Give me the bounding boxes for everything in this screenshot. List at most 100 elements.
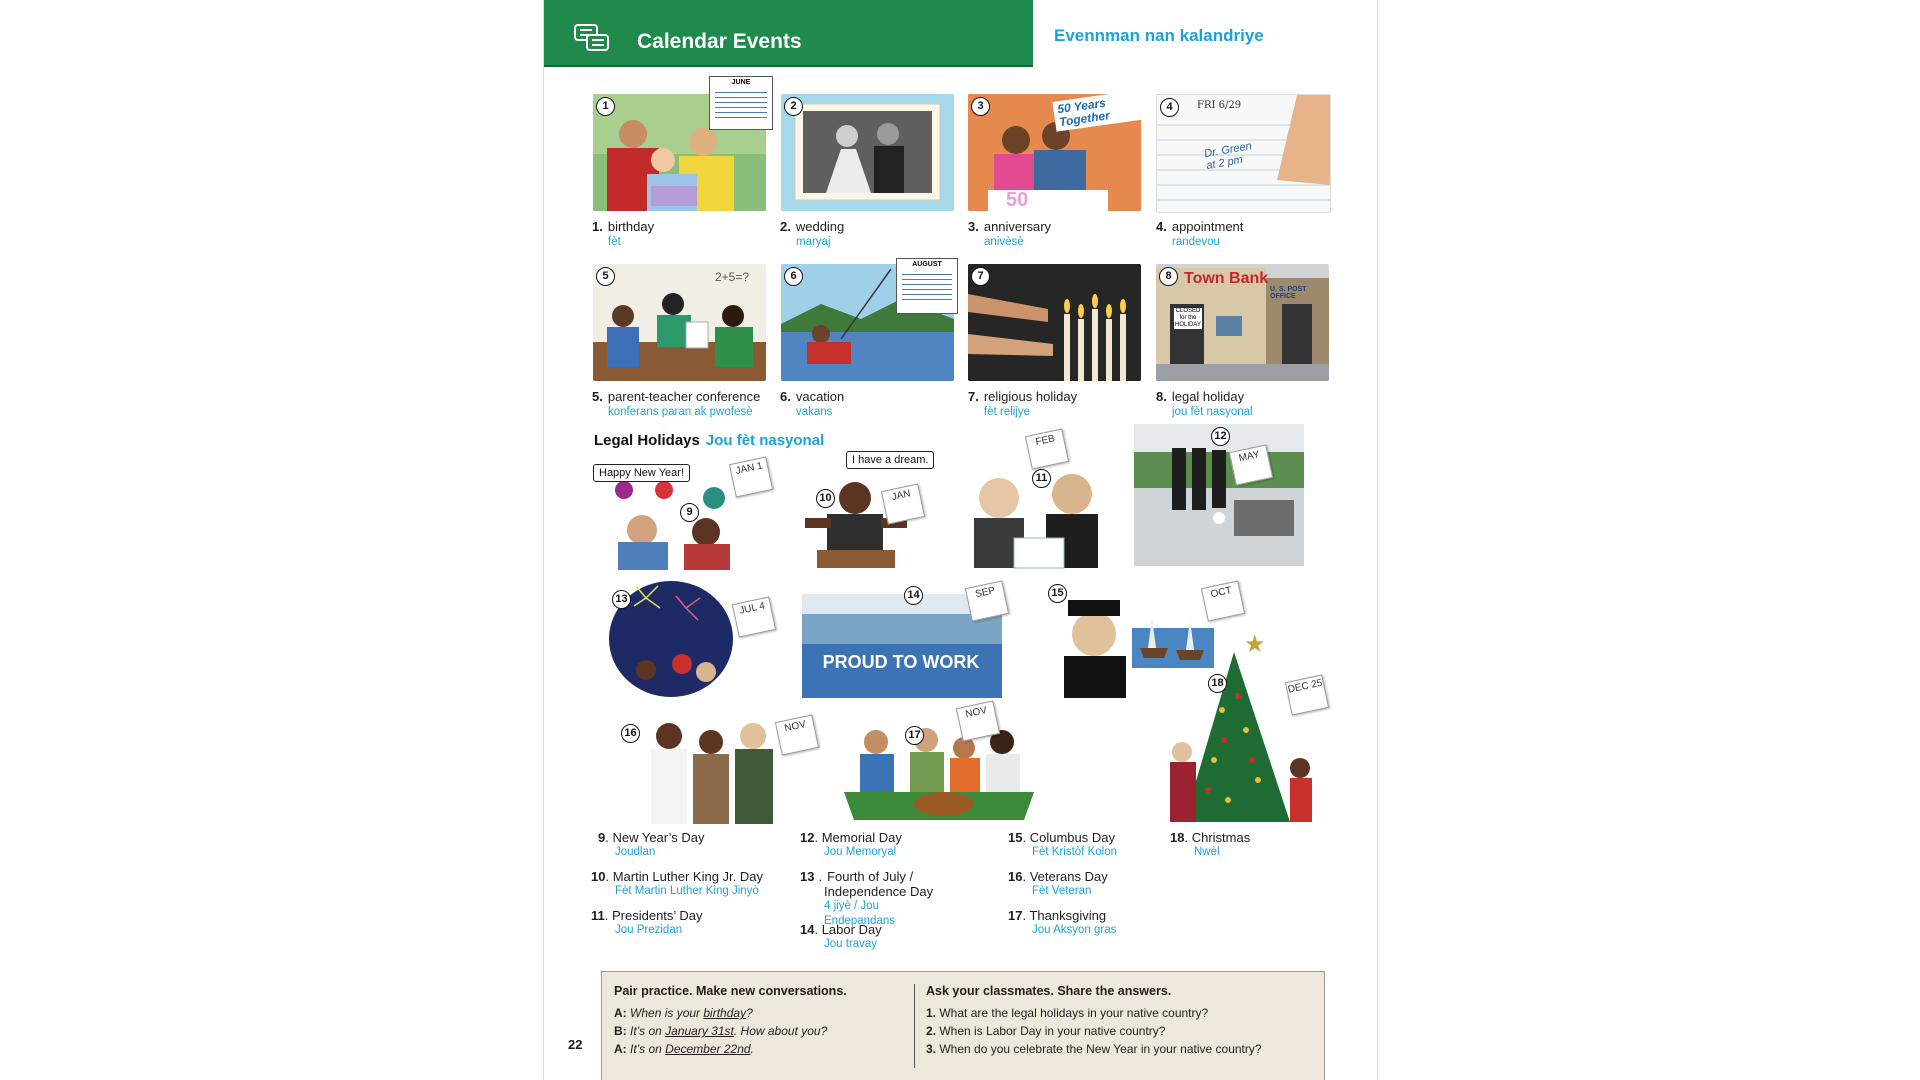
caption-translation: Jou travay bbox=[824, 938, 878, 950]
caption-translation: Fèt Martin Luther King Jinyò bbox=[615, 885, 759, 897]
caption-number: 11 bbox=[591, 908, 605, 923]
caption-wedding: 2. wedding maryaj bbox=[780, 219, 844, 250]
item-number-14: 14 bbox=[904, 586, 923, 605]
viewer-left-margin bbox=[0, 0, 544, 1080]
picture-religious-holiday: 7 bbox=[968, 264, 1141, 381]
dialogue-text: . How about you? bbox=[733, 1024, 828, 1038]
caption-translation: Jou Aksyon gras bbox=[1032, 924, 1117, 936]
holiday-caption-12: 12. Memorial Day Jou Memoryal bbox=[800, 830, 902, 858]
item-number-13: 13 bbox=[612, 590, 631, 609]
item-number-4: 4 bbox=[1160, 98, 1179, 117]
caption-translation: maryaj bbox=[796, 236, 831, 248]
caption-number: 2. bbox=[780, 219, 791, 234]
illustration-thanksgiving bbox=[844, 728, 1034, 820]
math-on-board: 2+5=? bbox=[715, 270, 750, 284]
caption-number: 15 bbox=[1008, 830, 1023, 845]
caption-dot: . bbox=[818, 869, 823, 884]
item-number-5: 5 bbox=[596, 267, 615, 286]
question-text: What are the legal holidays in your nati… bbox=[939, 1006, 1209, 1020]
caption-translation: Nwèl bbox=[1194, 846, 1220, 858]
illustration-veterans bbox=[651, 723, 773, 824]
picture-wedding: 2 bbox=[781, 94, 954, 211]
item-number-10: 10 bbox=[816, 489, 835, 508]
caption-label: Fourth of July / Independence Day bbox=[824, 869, 934, 899]
caption-label: parent-teacher conference bbox=[607, 389, 761, 404]
dialogue-text: It’s on bbox=[630, 1024, 666, 1038]
holiday-caption-14: 14. Labor Day Jou travay bbox=[800, 922, 882, 950]
page-number: 22 bbox=[568, 1037, 583, 1052]
ask-classmates-title: Ask your classmates. Share the answers. bbox=[926, 984, 1172, 998]
speaker-label: A: bbox=[614, 1042, 627, 1056]
date-card-sep: SEP bbox=[964, 580, 1010, 622]
star-icon: ★ bbox=[1244, 631, 1266, 658]
speech-bubble-new-year: Happy New Year! bbox=[593, 464, 690, 482]
caption-translation: Jou Memoryal bbox=[824, 846, 897, 858]
date-card-oct: OCT bbox=[1200, 580, 1246, 622]
item-number-7: 7 bbox=[971, 267, 990, 286]
question-text: When do you celebrate the New Year in yo… bbox=[939, 1042, 1262, 1056]
practice-box: Pair practice. Make new conversations. A… bbox=[601, 971, 1325, 1080]
caption-translation: fèt bbox=[608, 236, 621, 248]
candles-illustration bbox=[968, 264, 1141, 381]
appointment-date: FRI 6/29 bbox=[1197, 100, 1242, 111]
caption-number: 13 bbox=[800, 869, 815, 884]
caption-label: birthday bbox=[607, 219, 655, 234]
column-divider bbox=[914, 984, 915, 1068]
caption-conference: 5. parent-teacher conference konferans par… bbox=[592, 389, 760, 420]
picture-conference: 2+5=? 5 bbox=[593, 264, 766, 381]
caption-number: 18 bbox=[1170, 830, 1185, 845]
holiday-caption-9: 9. New Year’s Day Joudlan bbox=[598, 830, 705, 858]
caption-translation: jou fèt nasyonal bbox=[1172, 406, 1253, 418]
viewer-right-margin bbox=[1377, 0, 1920, 1080]
caption-number: 6. bbox=[780, 389, 791, 404]
dialogue-line-2: B: It’s on January 31st. How about you? bbox=[614, 1022, 904, 1040]
caption-birthday: 1. birthday fèt bbox=[592, 219, 654, 250]
closed-sign: CLOSED for the HOLIDAY bbox=[1174, 308, 1202, 329]
caption-number: 10 bbox=[591, 869, 606, 884]
caption-translation: vakans bbox=[796, 406, 833, 418]
calendar-grid bbox=[902, 270, 952, 304]
page-subtitle: Evennman nan kalandriye bbox=[1054, 26, 1264, 45]
holiday-caption-16: 16. Veterans Day Fèt Veteran bbox=[1008, 869, 1108, 897]
caption-translation: anivèsè bbox=[984, 236, 1024, 248]
date-card-jul4: JUL 4 bbox=[731, 596, 777, 638]
document-page: Calendar Events Evennman nan kalandriye … bbox=[544, 0, 1377, 1080]
caption-number: 17 bbox=[1008, 908, 1023, 923]
section-header: Calendar Events bbox=[544, 0, 1033, 67]
caption-translation: Fèt Kristòf Kolon bbox=[1032, 846, 1118, 858]
caption-label: religious holiday bbox=[983, 389, 1078, 404]
caption-label: anniversary bbox=[983, 219, 1052, 234]
dialogue-blank: birthday bbox=[703, 1006, 747, 1020]
caption-anniversary: 3. anniversary anivèsè bbox=[968, 219, 1051, 250]
calendar-grid bbox=[715, 88, 767, 120]
holiday-caption-11: 11. Presidents’ Day Jou Prezidan bbox=[591, 908, 703, 936]
caption-appointment: 4. appointment randevou bbox=[1156, 219, 1243, 250]
dialogue-line-1: A: When is your birthday? bbox=[614, 1004, 904, 1022]
caption-number: 5. bbox=[592, 389, 603, 404]
holiday-caption-17: 17. Thanksgiving Jou Aksyon gras bbox=[1008, 908, 1117, 936]
item-number-15: 15 bbox=[1048, 584, 1067, 603]
item-number-9: 9 bbox=[680, 503, 699, 522]
caption-label: Labor Day bbox=[821, 922, 882, 937]
picture-legal-holiday: Town Bank U. S. POST OFFICE CLOSED for t… bbox=[1156, 264, 1329, 381]
item-number-6: 6 bbox=[784, 267, 803, 286]
illustration-christmas bbox=[1170, 652, 1312, 822]
caption-number: 14 bbox=[800, 922, 815, 937]
dialogue-blank: December 22nd bbox=[665, 1042, 751, 1056]
calendar-month-label: AUGUST bbox=[912, 261, 942, 268]
item-number-18: 18 bbox=[1208, 674, 1227, 693]
caption-number: 12 bbox=[800, 830, 815, 845]
legal-holidays-translation: Jou fèt nasyonal bbox=[705, 432, 825, 449]
caption-label: vacation bbox=[795, 389, 845, 404]
holiday-caption-15: 15. Columbus Day Fèt Kristòf Kolon bbox=[1008, 830, 1118, 858]
bank-sign: Town Bank bbox=[1184, 270, 1269, 287]
caption-label: New Year’s Day bbox=[612, 830, 705, 845]
caption-label: Columbus Day bbox=[1029, 830, 1115, 845]
post-office-sign: U. S. POST OFFICE bbox=[1270, 286, 1307, 300]
dialogue-line-3: A: It’s on December 22nd. bbox=[614, 1040, 904, 1058]
item-number-11: 11 bbox=[1032, 469, 1051, 488]
question-3: 3. When do you celebrate the New Year in… bbox=[926, 1042, 1262, 1056]
caption-label: Thanksgiving bbox=[1029, 908, 1107, 923]
dialogue-text: It’s on bbox=[630, 1042, 666, 1056]
date-card-dec25: DEC 25 bbox=[1284, 674, 1330, 716]
